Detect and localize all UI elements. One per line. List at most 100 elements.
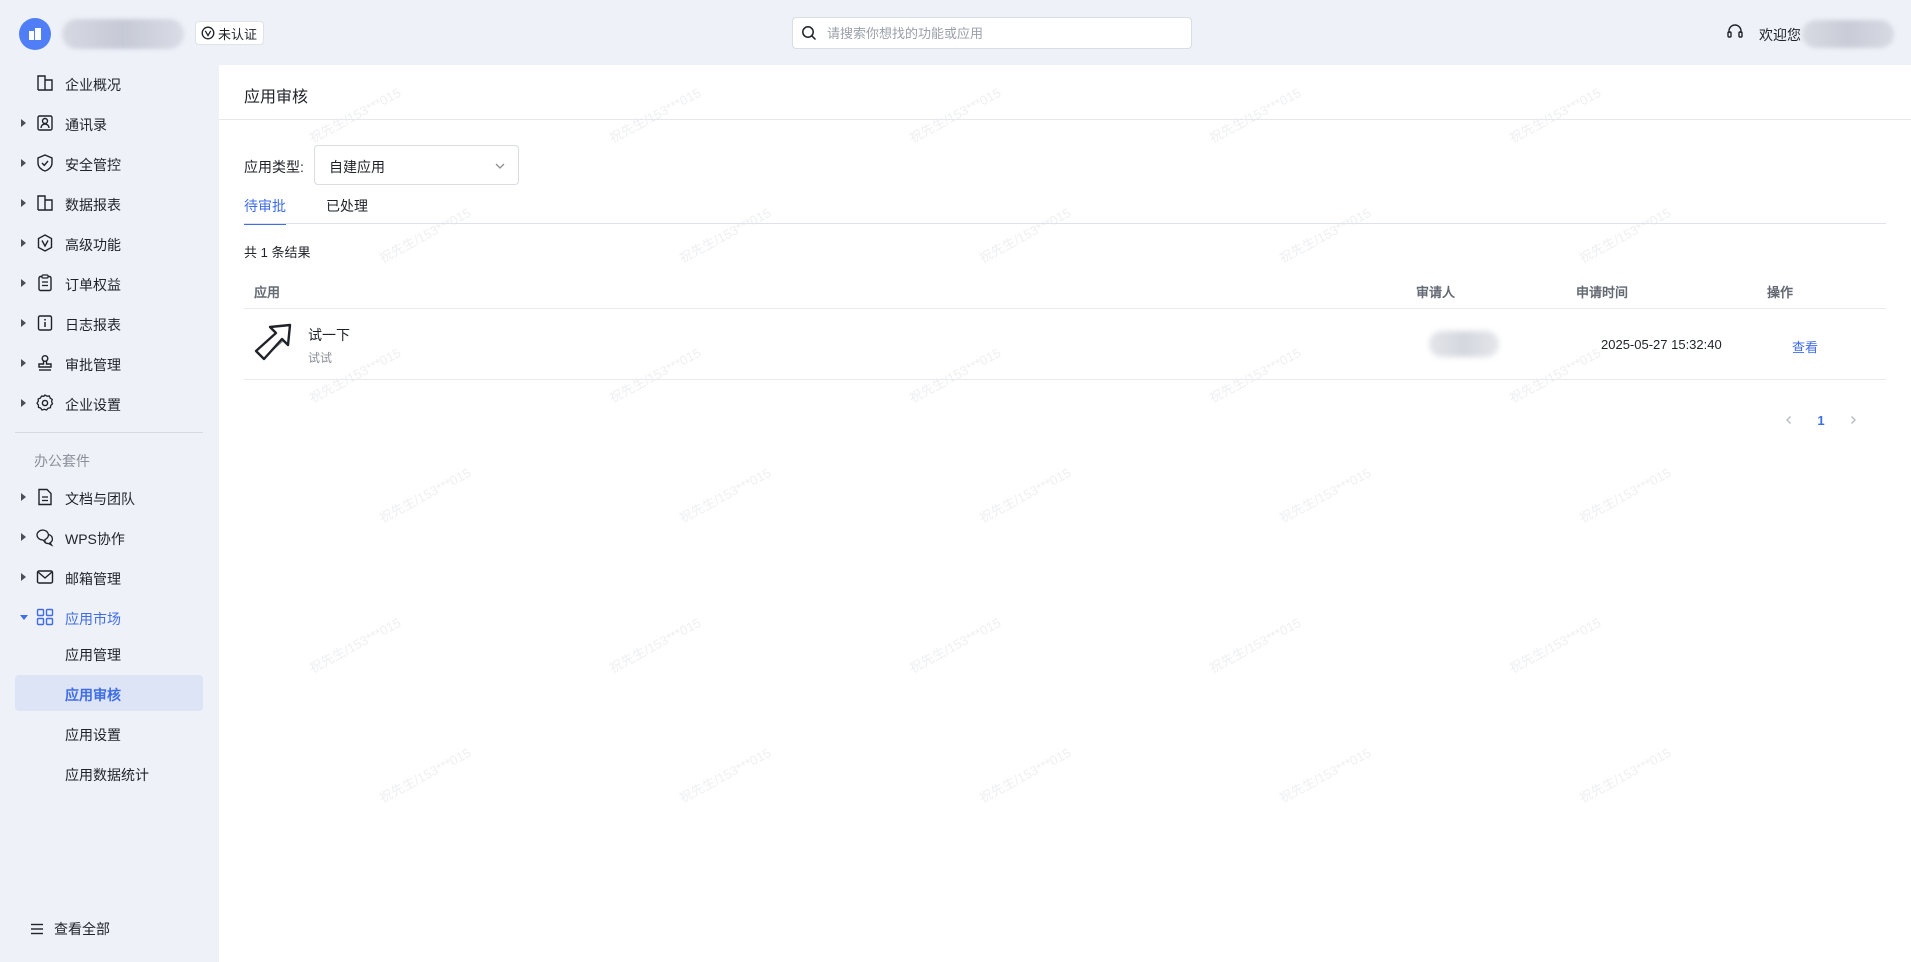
app-type-select[interactable]: 自建应用 [314, 145, 519, 185]
sidebar-divider [15, 432, 203, 433]
page-number[interactable]: 1 [1799, 413, 1843, 428]
watermark-text: 祝先生/153***015 [906, 85, 1004, 146]
expand-caret-icon [21, 359, 26, 367]
expand-caret-icon [21, 279, 26, 287]
section-title-office-suite: 办公套件 [34, 453, 90, 469]
sidebar-subitem-app-management[interactable]: 应用管理 [15, 635, 203, 671]
sidebar: 企业概况 通讯录 安全管控 数据报表 高级功能 订单权益 日志报表 审批管理 企… [0, 65, 219, 962]
search-input[interactable] [825, 24, 1165, 42]
watermark-text: 祝先生/153***015 [1206, 85, 1304, 146]
sidebar-subitem-label: 应用数据统计 [65, 767, 149, 783]
sidebar-item-docs-team[interactable]: 文档与团队 [15, 479, 203, 515]
global-search[interactable] [792, 17, 1192, 49]
main-content: 祝先生/153***015 祝先生/153***015 祝先生/153***015 祝… [219, 65, 1911, 962]
chevron-left-icon [1786, 416, 1791, 424]
watermark-text: 祝先生/153***015 [1276, 465, 1374, 526]
expand-caret-icon [21, 533, 26, 541]
sidebar-item-wps-collab[interactable]: WPS协作 [15, 519, 203, 555]
expand-caret-icon [21, 239, 26, 247]
watermark-text: 祝先生/153***015 [606, 615, 704, 676]
advanced-badge-icon [37, 234, 53, 252]
column-header-applicant: 审请人 [1416, 285, 1456, 300]
watermark-text: 祝先生/153***015 [1576, 465, 1674, 526]
stamp-icon [38, 355, 52, 371]
watermark-text: 祝先生/153***015 [1276, 745, 1374, 806]
watermark-text: 祝先生/153***015 [976, 205, 1074, 266]
sidebar-item-advanced[interactable]: 高级功能 [15, 225, 203, 261]
sidebar-item-mail[interactable]: 邮箱管理 [15, 559, 203, 595]
apply-time: 2025-05-27 15:32:40 [1601, 337, 1722, 352]
sidebar-item-security[interactable]: 安全管控 [15, 145, 203, 181]
sidebar-item-label: WPS协作 [65, 531, 125, 547]
view-all-button[interactable]: 查看全部 [30, 919, 110, 939]
welcome-text: 欢迎您 [1759, 27, 1801, 43]
sidebar-item-orders[interactable]: 订单权益 [15, 265, 203, 301]
sidebar-subitem-app-settings[interactable]: 应用设置 [15, 715, 203, 751]
shield-icon [37, 154, 53, 172]
table-header: 应用 审请人 申请时间 操作 [244, 270, 1886, 310]
watermark-text: 祝先生/153***015 [376, 205, 474, 266]
company-logo[interactable] [19, 18, 51, 50]
watermark-text: 祝先生/153***015 [606, 85, 704, 146]
result-count: 共 1 条结果 [244, 245, 311, 260]
sidebar-subitem-app-review[interactable]: 应用审核 [15, 675, 203, 711]
watermark-text: 祝先生/153***015 [906, 615, 1004, 676]
chat-icon [36, 529, 54, 547]
watermark-text: 祝先生/153***015 [1276, 205, 1374, 266]
collapse-caret-icon [20, 615, 28, 620]
view-button[interactable]: 查看 [1792, 337, 1818, 356]
view-all-label: 查看全部 [54, 921, 110, 937]
watermark-text: 祝先生/153***015 [976, 745, 1074, 806]
sidebar-subitem-label: 应用审核 [65, 687, 121, 703]
title-divider [219, 119, 1911, 120]
watermark-text: 祝先生/153***015 [1206, 615, 1304, 676]
sidebar-item-log-report[interactable]: 日志报表 [15, 305, 203, 341]
sidebar-item-label: 审批管理 [65, 357, 121, 373]
sidebar-item-label: 通讯录 [65, 117, 107, 133]
sidebar-item-data-report[interactable]: 数据报表 [15, 185, 203, 221]
sidebar-item-app-market[interactable]: 应用市场 [15, 599, 203, 635]
sidebar-item-overview[interactable]: 企业概况 [15, 65, 203, 101]
expand-caret-icon [21, 573, 26, 581]
sidebar-item-label: 企业概况 [65, 77, 121, 93]
search-icon [802, 26, 817, 41]
expand-caret-icon [21, 199, 26, 207]
gear-icon [36, 394, 54, 411]
watermark-text: 祝先生/153***015 [976, 465, 1074, 526]
headset-icon [1727, 24, 1743, 38]
sidebar-item-label: 应用市场 [65, 611, 121, 627]
tab-processed[interactable]: 已处理 [326, 196, 368, 224]
sidebar-subitem-label: 应用管理 [65, 647, 121, 663]
watermark-text: 祝先生/153***015 [306, 85, 404, 146]
org-name-redacted[interactable] [62, 19, 184, 49]
sidebar-item-label: 高级功能 [65, 237, 121, 253]
prev-page-button[interactable] [1779, 410, 1799, 430]
column-header-action: 操作 [1767, 285, 1794, 300]
sidebar-item-settings[interactable]: 企业设置 [15, 385, 203, 421]
watermark-text: 祝先生/153***015 [1576, 205, 1674, 266]
sidebar-item-label: 数据报表 [65, 197, 121, 213]
tab-pending[interactable]: 待审批 [244, 196, 286, 225]
contacts-icon [37, 115, 53, 131]
sidebar-item-label: 邮箱管理 [65, 571, 121, 587]
app-name: 试一下 [308, 327, 350, 343]
watermark-text: 祝先生/153***015 [306, 615, 404, 676]
certification-badge[interactable]: 未认证 [195, 21, 265, 45]
expand-caret-icon [21, 159, 26, 167]
table-row: 试一下 试试 2025-05-27 15:32:40 查看 [244, 309, 1886, 380]
report-icon [37, 195, 53, 211]
sidebar-subitem-app-stats[interactable]: 应用数据统计 [15, 755, 203, 791]
user-name-redacted[interactable] [1802, 20, 1894, 48]
expand-caret-icon [21, 119, 26, 127]
customer-service-button[interactable] [1726, 23, 1744, 46]
watermark-text: 祝先生/153***015 [676, 205, 774, 266]
watermark-text: 祝先生/153***015 [376, 745, 474, 806]
watermark-text: 祝先生/153***015 [376, 465, 474, 526]
log-icon [37, 315, 53, 331]
next-page-button[interactable] [1843, 410, 1863, 430]
sidebar-item-approval[interactable]: 审批管理 [15, 345, 203, 381]
sidebar-item-contacts[interactable]: 通讯录 [15, 105, 203, 141]
arrow-app-icon [254, 323, 292, 361]
sidebar-item-label: 企业设置 [65, 397, 121, 413]
sidebar-item-label: 文档与团队 [65, 491, 135, 507]
